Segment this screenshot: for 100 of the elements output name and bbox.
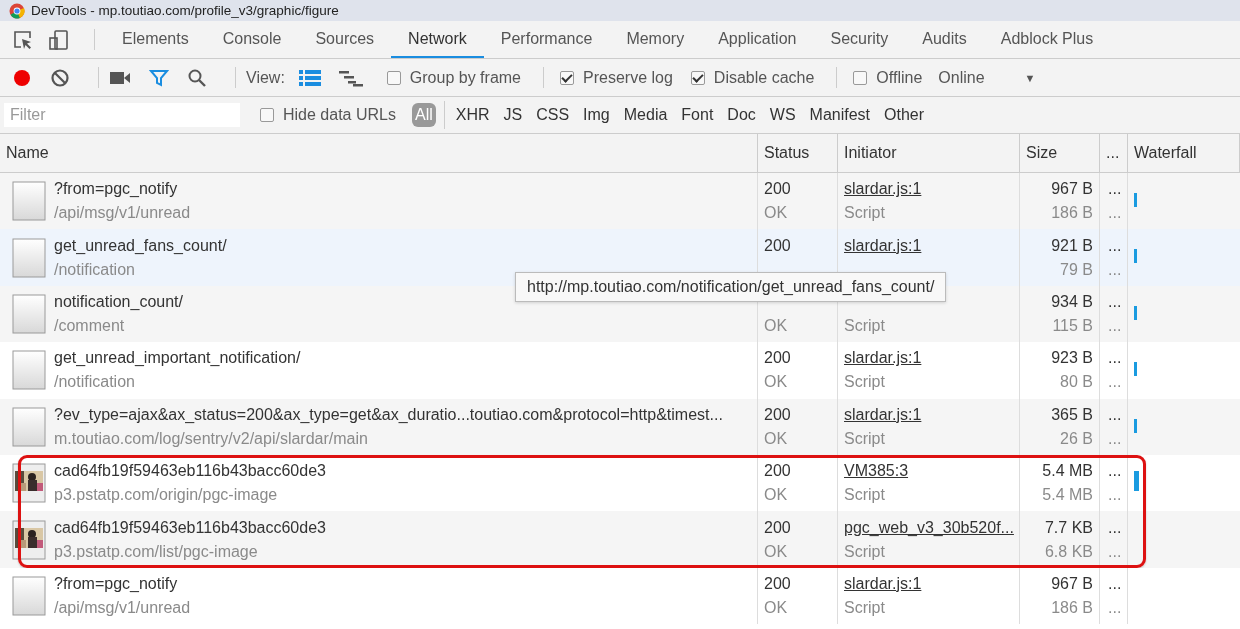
resource-size: 26 B — [1060, 428, 1093, 449]
initiator-type: Script — [844, 428, 886, 449]
cell-more: ... — [1108, 404, 1123, 425]
status-text: OK — [764, 428, 789, 449]
initiator-link[interactable]: VM385:3 — [844, 461, 1019, 482]
panel-tab[interactable]: Audits — [905, 21, 984, 58]
status-code: 200 — [764, 404, 792, 425]
panel-tab[interactable]: Adblock Plus — [983, 21, 1111, 58]
record-icon[interactable] — [12, 67, 32, 88]
cell-more: ... — [1108, 517, 1123, 538]
waterfall-bar — [1134, 193, 1137, 207]
request-path: m.toutiao.com/log/sentry/v2/api/slardar/main — [54, 428, 369, 449]
transfer-size: 967 B — [1051, 573, 1093, 594]
cell-more: ... — [1108, 573, 1123, 594]
hide-data-urls-checkbox[interactable] — [260, 108, 274, 122]
cell-more: ... — [1108, 428, 1123, 449]
type-filter-button[interactable]: Media — [620, 103, 671, 127]
offline-checkbox[interactable] — [853, 70, 868, 85]
transfer-size: 967 B — [1051, 179, 1093, 200]
type-filter-button[interactable]: JS — [500, 103, 526, 127]
initiator-type: Script — [844, 485, 886, 506]
list-view-icon[interactable] — [298, 68, 321, 87]
request-path: /api/msg/v1/unread — [54, 597, 191, 618]
resource-size: 115 B — [1052, 315, 1093, 336]
search-icon[interactable] — [187, 67, 207, 88]
initiator-link[interactable]: slardar.js:1 — [844, 404, 1019, 425]
filter-field[interactable]: Filter — [4, 103, 240, 127]
type-filter-button[interactable]: Other — [881, 103, 928, 127]
status-code: 200 — [764, 235, 792, 256]
initiator-type: Script — [844, 541, 886, 562]
initiator-link[interactable]: pgc_web_v3_30b520f... — [844, 517, 1019, 538]
column-header[interactable]: Initiator — [844, 144, 897, 162]
group-by-frame-checkbox[interactable] — [386, 70, 401, 85]
column-header[interactable]: Status — [764, 144, 810, 162]
column-header[interactable]: Size — [1026, 144, 1058, 162]
cell-more: ... — [1108, 291, 1123, 312]
cell-more: ... — [1108, 597, 1123, 618]
initiator-link[interactable]: slardar.js:1 — [844, 179, 1019, 200]
cell-more: ... — [1108, 461, 1123, 482]
panel-tab[interactable]: Console — [205, 21, 299, 58]
type-filter-button[interactable]: Doc — [724, 103, 759, 127]
initiator-link[interactable]: slardar.js:1 — [844, 235, 1019, 256]
initiator-link[interactable]: slardar.js:1 — [844, 573, 1019, 594]
panel-tab[interactable]: Security — [813, 21, 906, 58]
column-header[interactable]: Name — [6, 144, 49, 162]
request-name[interactable]: get_unread_important_notification/ — [54, 348, 301, 369]
transfer-size: 365 B — [1051, 404, 1093, 425]
transfer-size: 923 B — [1051, 348, 1093, 369]
video-camera-icon[interactable] — [109, 69, 131, 86]
clear-icon[interactable] — [50, 67, 70, 88]
panel-tab[interactable]: Memory — [609, 21, 702, 58]
file-icon — [12, 293, 46, 334]
type-filter-button[interactable]: CSS — [533, 103, 573, 127]
preserve-log-checkbox[interactable] — [560, 70, 574, 85]
column-header[interactable]: ... — [1106, 144, 1120, 162]
request-name[interactable]: cad64fb19f59463eb116b43bacc60de3 — [54, 517, 326, 538]
request-name[interactable]: ?from=pgc_notify — [54, 573, 191, 594]
waterfall-view-icon[interactable] — [338, 68, 363, 87]
cell-more: ... — [1108, 315, 1123, 336]
column-header[interactable]: Waterfall — [1134, 144, 1197, 162]
file-icon — [12, 181, 46, 222]
window-title: DevTools - mp.toutiao.com/profile_v3/graphic/figure — [31, 3, 339, 18]
type-filter-button[interactable]: XHR — [452, 103, 493, 127]
file-icon — [12, 406, 46, 447]
inspect-element-icon[interactable] — [12, 28, 34, 51]
cell-more: ... — [1108, 485, 1123, 506]
type-filter-button[interactable]: WS — [766, 103, 799, 127]
initiator-type: Script — [844, 315, 886, 336]
initiator-type: Script — [844, 372, 886, 393]
type-filter-button[interactable]: Manifest — [806, 103, 874, 127]
cell-more: ... — [1108, 348, 1123, 369]
url-tooltip: http://mp.toutiao.com/notification/get_unread_fans_count/ — [515, 272, 947, 302]
type-filter-button[interactable]: Font — [678, 103, 717, 127]
request-name[interactable]: ?ev_type=ajax&ax_status=200&ax_type=get&ax_duratio...toutiao.com&protocol=http&timest... — [54, 404, 723, 425]
request-name[interactable]: notification_count/ — [54, 291, 183, 312]
request-name[interactable]: get_unread_fans_count/ — [54, 235, 227, 256]
filter-icon[interactable] — [149, 67, 169, 88]
panel-tab[interactable]: Performance — [483, 21, 610, 58]
device-toolbar-icon[interactable] — [48, 28, 70, 51]
checkbox-label: Hide data URLs — [283, 106, 396, 124]
cell-more: ... — [1108, 541, 1123, 562]
resource-size: 5.4 MB — [1042, 485, 1093, 506]
resource-size: 6.8 KB — [1044, 541, 1093, 562]
initiator-link[interactable]: slardar.js:1 — [844, 348, 1019, 369]
request-path: p3.pstatp.com/origin/pgc-image — [54, 485, 279, 506]
request-path: p3.pstatp.com/list/pgc-image — [54, 541, 259, 562]
panel-tab[interactable]: Application — [701, 21, 814, 58]
request-name[interactable]: ?from=pgc_notify — [54, 179, 191, 200]
checkbox-label: Group by frame — [409, 68, 521, 87]
waterfall-bar — [1134, 470, 1139, 491]
throttling-dropdown[interactable]: Online — [934, 68, 989, 87]
panel-tab[interactable]: Elements — [105, 21, 206, 58]
waterfall-bar — [1134, 362, 1137, 377]
panel-tab[interactable]: Sources — [298, 21, 392, 58]
status-code: 200 — [764, 461, 792, 482]
disable-cache-checkbox[interactable] — [690, 70, 705, 85]
request-name[interactable]: cad64fb19f59463eb116b43bacc60de3 — [54, 461, 326, 482]
caret-icon[interactable]: ▼ — [1024, 71, 1036, 84]
waterfall-bar — [1134, 249, 1137, 264]
type-filter-button[interactable]: Img — [580, 103, 613, 127]
